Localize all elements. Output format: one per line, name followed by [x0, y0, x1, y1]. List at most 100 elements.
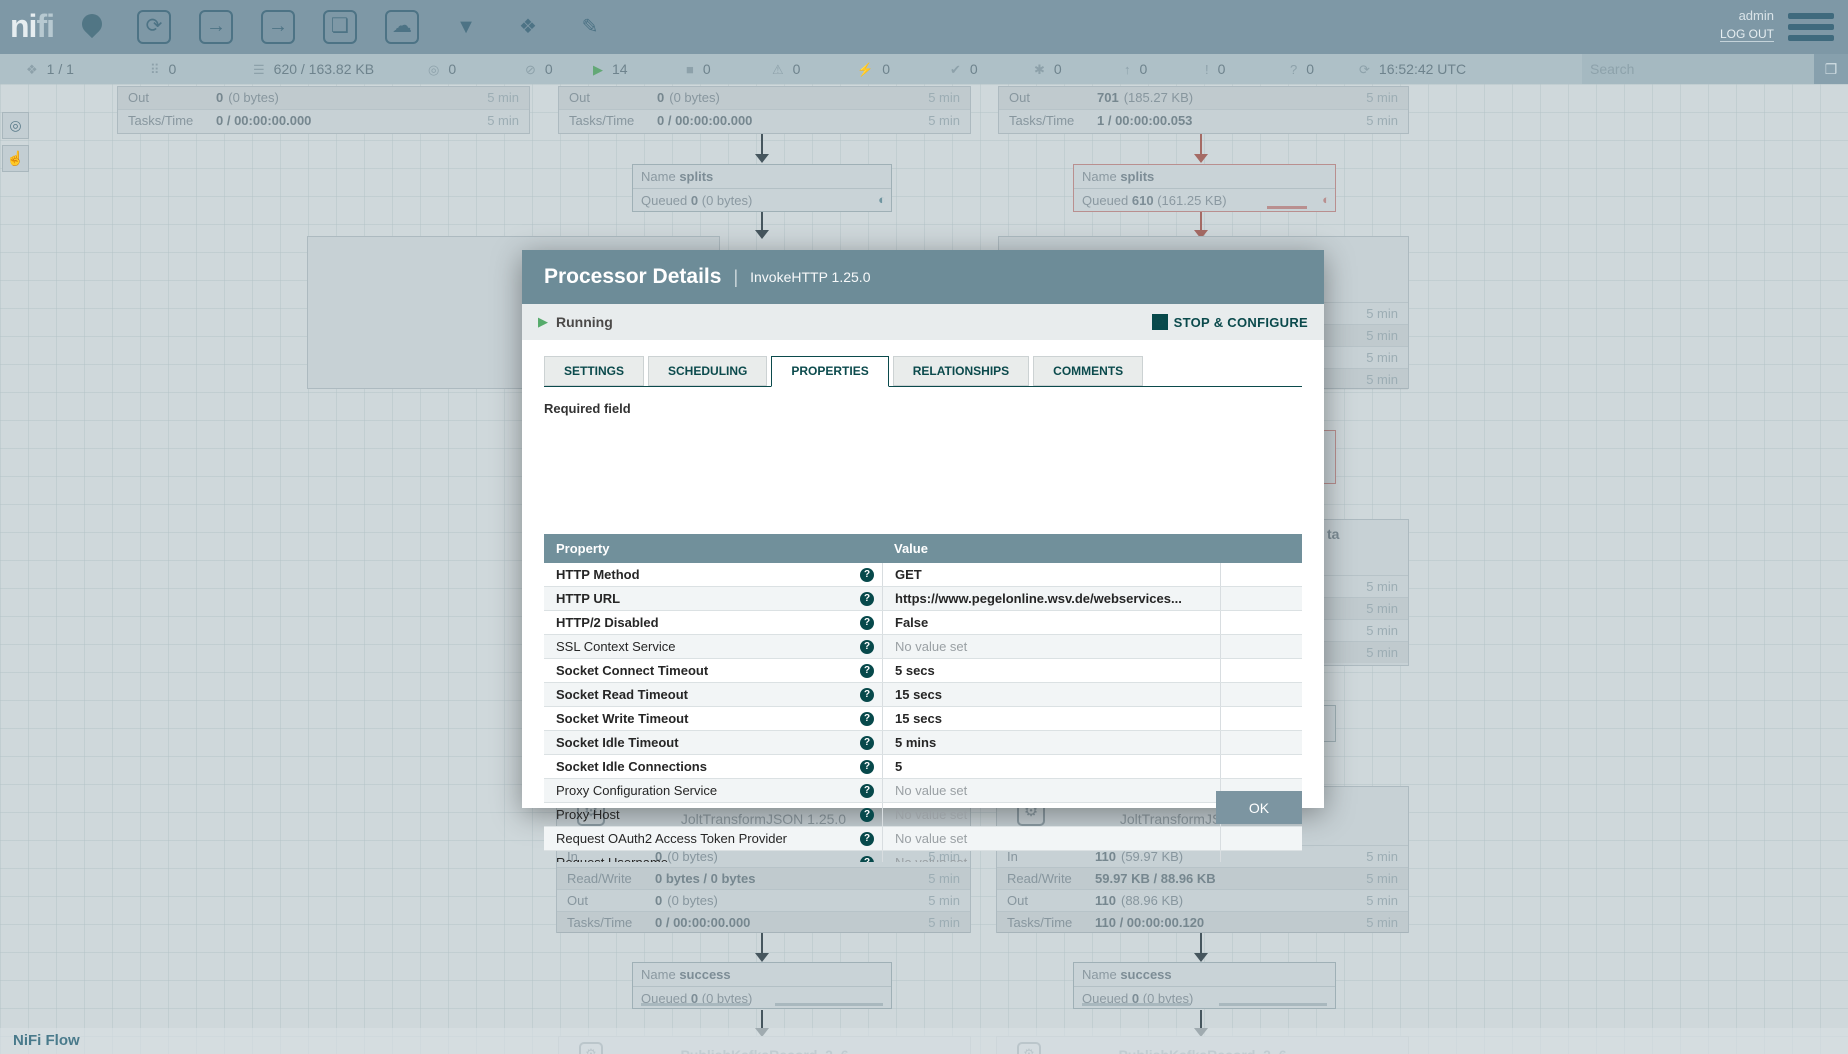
template-icon[interactable]: ❖ — [511, 10, 545, 44]
search-input[interactable] — [1582, 54, 1814, 84]
processor-top-left[interactable]: Out0(0 bytes)5 min Tasks/Time0 / 00:00:0… — [117, 86, 530, 134]
process-group-icon[interactable]: ❏ — [323, 10, 357, 44]
property-name: Socket Connect Timeout — [556, 659, 708, 682]
table-row[interactable]: HTTP Method? GET — [544, 563, 1302, 587]
sync-failure-status: ?0 — [1290, 54, 1314, 84]
property-name: Request Username — [556, 851, 668, 862]
connection-label-splits-left[interactable]: Name splits Queued 0 (0 bytes) ◐ — [632, 164, 892, 212]
logo-text-ni: ni — [10, 8, 36, 44]
processor-top-right[interactable]: Out701(185.27 KB)5 min Tasks/Time1 / 00:… — [998, 86, 1409, 134]
operate-palette-icon[interactable]: ☝ — [2, 145, 29, 172]
tab-comments[interactable]: COMMENTS — [1033, 356, 1143, 386]
tab-settings[interactable]: SETTINGS — [544, 356, 644, 386]
help-icon[interactable]: ? — [860, 664, 874, 678]
property-value: No value set — [882, 827, 1220, 850]
current-user: admin — [1720, 7, 1774, 25]
breadcrumb[interactable]: NiFi Flow — [13, 1028, 80, 1054]
last-refresh-time[interactable]: ⟳16:52:42 UTC — [1359, 54, 1466, 84]
property-value: 15 secs — [882, 683, 1220, 706]
help-icon[interactable]: ? — [860, 592, 874, 606]
processor-top-middle[interactable]: Out0(0 bytes)5 min Tasks/Time0 / 00:00:0… — [558, 86, 971, 134]
arrow-up-icon: ↑ — [1124, 62, 1131, 77]
property-value: No value set — [882, 635, 1220, 658]
connected-nodes-status: ❖1 / 1 — [26, 54, 74, 84]
table-row[interactable]: Socket Idle Timeout? 5 mins — [544, 731, 1302, 755]
breadcrumb-bar: NiFi Flow — [0, 1028, 1848, 1054]
nifi-drop-icon — [78, 10, 106, 38]
active-threads-status: ⠿0 — [150, 54, 176, 84]
cluster-icon: ❖ — [26, 62, 38, 77]
table-row[interactable]: HTTP URL? https://www.pegelonline.wsv.de… — [544, 587, 1302, 611]
tab-properties[interactable]: PROPERTIES — [771, 356, 888, 387]
ok-button[interactable]: OK — [1216, 791, 1302, 824]
required-field-note: Required field — [544, 401, 1302, 416]
connection-label-splits-right[interactable]: Name splits Queued 610 (161.25 KB) ◐ — [1073, 164, 1336, 212]
help-icon[interactable]: ? — [860, 832, 874, 846]
not-transmitting-status: ⊘0 — [525, 54, 553, 84]
queued-list-icon: ☰ — [253, 62, 265, 77]
check-icon: ✔ — [950, 62, 961, 77]
tab-relationships[interactable]: RELATIONSHIPS — [893, 356, 1029, 386]
help-icon[interactable]: ? — [860, 856, 874, 863]
title-separator: | — [733, 267, 738, 288]
table-row[interactable]: Socket Idle Connections? 5 — [544, 755, 1302, 779]
stop-and-configure-button[interactable]: ⚙ STOP & CONFIGURE — [1152, 314, 1308, 330]
help-icon[interactable]: ? — [860, 640, 874, 654]
processor-state: Running — [556, 314, 613, 330]
asterisk-icon: ✱ — [1034, 62, 1045, 77]
help-icon[interactable]: ? — [860, 568, 874, 582]
help-icon[interactable]: ? — [860, 712, 874, 726]
property-column-header: Property — [544, 534, 882, 563]
table-row[interactable]: Socket Read Timeout? 15 secs — [544, 683, 1302, 707]
property-name: Proxy Configuration Service — [556, 779, 717, 802]
stopped-status: ■0 — [686, 54, 711, 84]
label-icon[interactable]: ✎ — [573, 10, 607, 44]
property-name: Proxy Host — [556, 803, 620, 826]
up-to-date-status: ✔0 — [950, 54, 978, 84]
property-value: 5 mins — [882, 731, 1220, 754]
question-icon: ? — [1290, 62, 1297, 77]
tab-scheduling[interactable]: SCHEDULING — [648, 356, 767, 386]
connection-label-success-right[interactable]: Name success Queued 0 (0 bytes) — [1073, 962, 1336, 1009]
table-row[interactable]: Request Username? No value set — [544, 851, 1302, 862]
modified-stale-status: !0 — [1205, 54, 1225, 84]
input-port-icon[interactable]: → — [199, 10, 233, 44]
global-menu-icon[interactable] — [1788, 13, 1834, 46]
dialog-body: SETTINGS SCHEDULING PROPERTIES RELATIONS… — [522, 356, 1324, 824]
table-row[interactable]: Socket Write Timeout? 15 secs — [544, 707, 1302, 731]
table-row[interactable]: SSL Context Service? No value set — [544, 635, 1302, 659]
processor-icon[interactable]: ⟳ — [137, 10, 171, 44]
help-icon[interactable]: ? — [860, 688, 874, 702]
output-port-icon[interactable]: → — [261, 10, 295, 44]
logo-text-fi: fi — [36, 8, 54, 44]
refresh-icon[interactable]: ⟳ — [1359, 62, 1370, 77]
navigate-palette-icon[interactable]: ◎ — [2, 112, 29, 139]
help-icon[interactable]: ? — [860, 616, 874, 630]
remote-process-group-icon[interactable]: ☁ — [385, 10, 419, 44]
property-name: HTTP Method — [556, 563, 640, 586]
processor-title-fragment: ta — [1327, 526, 1339, 542]
property-name: Socket Write Timeout — [556, 707, 688, 730]
load-balance-icon: ◐ — [878, 192, 886, 207]
bulletin-icon[interactable]: ❐ — [1814, 54, 1848, 84]
table-row[interactable]: HTTP/2 Disabled? False — [544, 611, 1302, 635]
table-row[interactable]: Socket Connect Timeout? 5 secs — [544, 659, 1302, 683]
exclamation-icon: ! — [1205, 62, 1209, 77]
table-row[interactable]: Proxy Configuration Service? No value se… — [544, 779, 1302, 803]
table-row[interactable]: Proxy Host? No value set — [544, 803, 1302, 827]
help-icon[interactable]: ? — [860, 784, 874, 798]
funnel-icon[interactable]: ▼ — [449, 10, 483, 44]
property-name: HTTP URL — [556, 587, 620, 610]
dialog-subtitle: InvokeHTTP 1.25.0 — [750, 269, 870, 285]
help-icon[interactable]: ? — [860, 760, 874, 774]
table-row[interactable]: Request OAuth2 Access Token Provider? No… — [544, 827, 1302, 851]
help-icon[interactable]: ? — [860, 736, 874, 750]
logout-link[interactable]: LOG OUT — [1720, 27, 1774, 42]
load-balance-icon: ◐ — [1322, 192, 1330, 207]
help-icon[interactable]: ? — [860, 808, 874, 822]
disabled-status: ⚡0 — [857, 54, 890, 84]
connection-label-success-left[interactable]: Name success Queued 0 (0 bytes) — [632, 962, 892, 1009]
property-value: No value set — [882, 851, 1220, 862]
properties-table: Property Value HTTP Method? GET HTTP URL… — [544, 534, 1302, 862]
queued-status: ☰620 / 163.82 KB — [253, 54, 374, 84]
